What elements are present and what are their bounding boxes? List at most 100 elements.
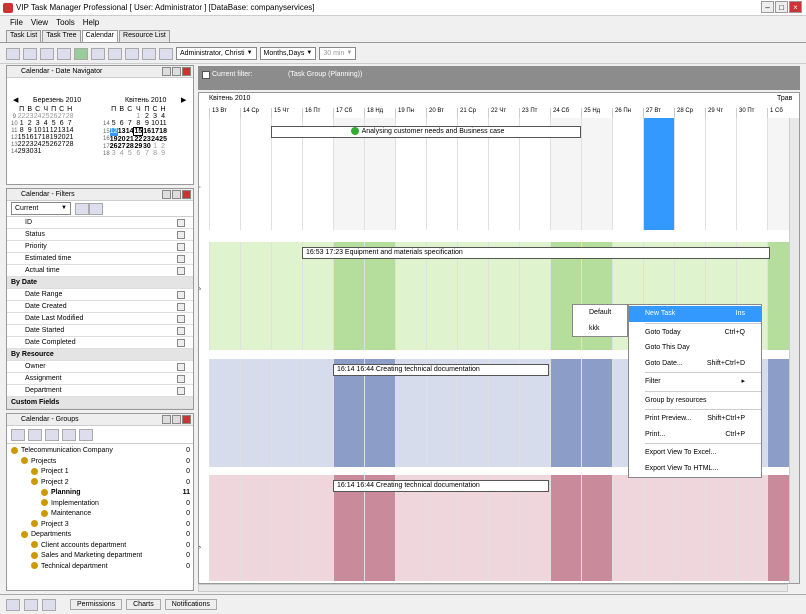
day-cell[interactable] — [674, 475, 705, 581]
delete-group-icon[interactable] — [62, 428, 76, 441]
tab-task-list[interactable]: Task List — [6, 30, 42, 42]
calendar-day[interactable]: 3 — [34, 120, 42, 127]
dropdown-icon[interactable] — [177, 266, 185, 275]
group-tree-item[interactable]: Sales and Marketing department 0 — [7, 551, 193, 562]
day-cell[interactable] — [209, 118, 240, 230]
calendar-day[interactable]: 21 — [66, 134, 74, 141]
filter-row[interactable]: Assignment — [7, 373, 193, 385]
context-menu-item[interactable]: Group by resources — [629, 393, 761, 409]
calendar-day[interactable]: 4 — [159, 113, 167, 120]
calendar-day[interactable] — [126, 113, 134, 120]
calendar-day[interactable]: 18 — [159, 128, 167, 136]
calendar-day[interactable]: 23 — [26, 141, 34, 148]
pin-icon[interactable] — [162, 67, 171, 76]
calendar-day[interactable]: 24 — [34, 113, 42, 120]
menu-file[interactable]: File — [10, 18, 23, 27]
add-group-icon[interactable] — [28, 428, 42, 441]
day-cell[interactable] — [705, 118, 736, 230]
context-menu-item[interactable]: Goto Date... Shift+Ctrl+D — [629, 356, 761, 372]
calendar-day[interactable]: 6 — [134, 150, 143, 157]
dropdown-icon[interactable] — [177, 230, 185, 239]
day-header[interactable]: 24 Сб — [550, 108, 581, 118]
calendar-day[interactable]: 30 — [26, 148, 34, 155]
calendar-day[interactable]: 22 — [18, 141, 26, 148]
day-header[interactable]: 28 Ср — [674, 108, 705, 118]
calendar-day[interactable]: 8 — [134, 120, 143, 128]
group-tree-item[interactable]: Technical department 0 — [7, 562, 193, 573]
calendar-day[interactable]: 9 — [159, 150, 167, 157]
day-header[interactable]: 26 Пн — [612, 108, 643, 118]
calendar-day[interactable]: 20 — [118, 136, 126, 144]
calendar-day[interactable]: 19 — [110, 136, 118, 144]
submenu-default[interactable]: Default — [573, 305, 627, 321]
calendar-day[interactable]: 10 — [34, 127, 42, 134]
prev-month-arrow[interactable]: ◀ — [13, 96, 18, 104]
group-tree-item[interactable]: Project 3 0 — [7, 520, 193, 531]
calendar-day[interactable]: 5 — [110, 120, 118, 128]
day-header[interactable]: 19 Пн — [395, 108, 426, 118]
group-tree-item[interactable]: Project 2 0 — [7, 478, 193, 489]
day-header[interactable]: 17 Сб — [333, 108, 364, 118]
calendar-day[interactable]: 28 — [66, 113, 74, 120]
resource-icon[interactable] — [159, 47, 173, 60]
status-icon-2[interactable] — [24, 598, 38, 611]
calendar-day[interactable]: 29 — [134, 143, 143, 150]
calendar-day[interactable]: 12 — [50, 127, 58, 134]
calendar-day[interactable]: 14 — [66, 127, 74, 134]
calendar-day[interactable]: 3 — [110, 150, 118, 157]
day-cell[interactable] — [736, 118, 767, 230]
dropdown-icon[interactable] — [177, 326, 185, 335]
float-icon[interactable] — [172, 415, 181, 424]
close-button[interactable]: × — [789, 1, 802, 13]
day-cell[interactable] — [271, 242, 302, 350]
filter-row[interactable]: Date Completed — [7, 337, 193, 349]
group-tree-item[interactable]: Client accounts department 0 — [7, 541, 193, 552]
dropdown-icon[interactable] — [177, 218, 185, 227]
tab-resource-list[interactable]: Resource List — [119, 30, 170, 42]
day-cell[interactable] — [643, 475, 674, 581]
context-menu-item[interactable]: New Task Ins — [629, 306, 761, 322]
group-tree-item[interactable]: Projects 0 — [7, 457, 193, 468]
day-cell[interactable] — [240, 118, 271, 230]
filter-select[interactable]: Current ▼ — [11, 202, 71, 215]
day-cell[interactable] — [736, 475, 767, 581]
dropdown-icon[interactable] — [177, 254, 185, 263]
context-menu-item[interactable]: Print Preview... Shift+Ctrl+P — [629, 411, 761, 427]
close-icon[interactable] — [182, 190, 191, 199]
calendar-day[interactable]: 2 — [159, 143, 167, 150]
day-cell[interactable] — [271, 475, 302, 581]
filter-row[interactable]: ID — [7, 217, 193, 229]
permissions-button[interactable]: Permissions — [70, 599, 123, 610]
calendar-day[interactable]: 14 — [126, 128, 134, 136]
calendar-day[interactable]: 26 — [50, 113, 58, 120]
status-icon-3[interactable] — [42, 598, 56, 611]
filter-row[interactable]: Date Range — [7, 289, 193, 301]
context-menu-item[interactable]: Export View To Excel... — [629, 445, 761, 461]
calendar-day[interactable]: 16 — [26, 134, 34, 141]
calendar-day[interactable]: 17 — [151, 128, 159, 136]
day-header[interactable]: 15 Чт — [271, 108, 302, 118]
filter-row[interactable]: Actual time — [7, 265, 193, 277]
calendar-day[interactable] — [50, 148, 58, 155]
filter-row[interactable]: Department — [7, 385, 193, 397]
calendar-day[interactable]: 22 — [134, 136, 143, 143]
refresh-icon[interactable] — [79, 428, 93, 441]
calendar-day[interactable]: 7 — [126, 120, 134, 128]
day-cell[interactable] — [209, 359, 240, 467]
dropdown-icon[interactable] — [177, 314, 185, 323]
timeline-view-icon[interactable] — [142, 47, 156, 60]
day-header[interactable]: 30 Пт — [736, 108, 767, 118]
calendar-day[interactable]: 26 — [50, 141, 58, 148]
resource-row[interactable]: George Robinson 16:14 16:44 Creating tech… — [199, 471, 798, 581]
calendar-day[interactable]: 25 — [42, 113, 50, 120]
calendar-day[interactable]: 21 — [126, 136, 134, 144]
status-icon-1[interactable] — [6, 598, 20, 611]
day-cell[interactable] — [271, 359, 302, 467]
calendar-day[interactable]: 30 — [143, 143, 151, 150]
calendar-day[interactable]: 27 — [58, 113, 66, 120]
calendar-day[interactable]: 25 — [159, 136, 167, 144]
calendar-day[interactable] — [66, 148, 74, 155]
calendar-day[interactable]: 22 — [18, 113, 26, 120]
day-header[interactable]: 13 Вт — [209, 108, 240, 118]
dropdown-icon[interactable] — [177, 290, 185, 299]
